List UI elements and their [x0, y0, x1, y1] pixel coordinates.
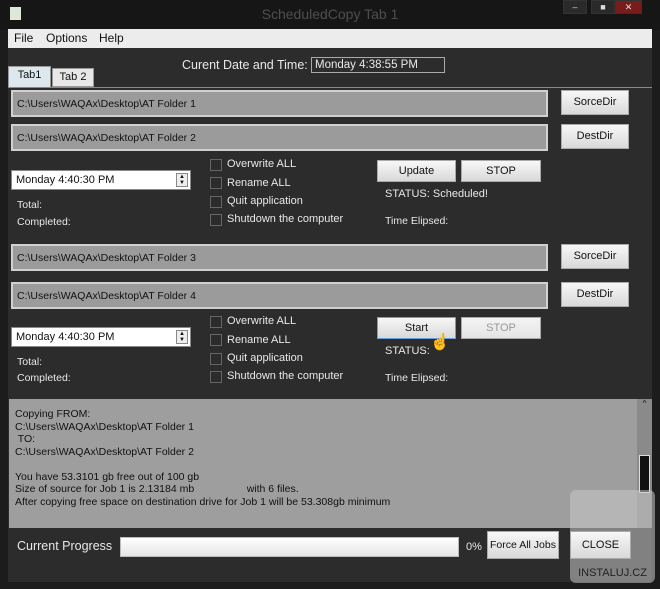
job1-time-value: Monday 4:40:30 PM — [16, 174, 115, 186]
minimize-button[interactable]: – — [563, 0, 587, 14]
job1-status: STATUS: Scheduled! — [385, 188, 488, 200]
window-title: ScheduledCopy Tab 1 — [261, 6, 399, 22]
job1-overwrite-label: Overwrite ALL — [227, 158, 297, 170]
job1-overwrite-checkbox[interactable] — [210, 159, 222, 171]
job1-shutdown-checkbox[interactable] — [210, 214, 222, 226]
job2-time-picker[interactable]: Monday 4:40:30 PM ▲ ▼ — [11, 327, 191, 347]
job1-dest-path[interactable]: C:\Users\WAQAx\Desktop\AT Folder 2 — [11, 124, 548, 151]
hand-cursor-icon: ☝ — [430, 334, 450, 351]
maximize-button[interactable]: ■ — [591, 0, 615, 14]
job2-dest-path[interactable]: C:\Users\WAQAx\Desktop\AT Folder 4 — [11, 282, 548, 309]
job1-stop-button[interactable]: STOP — [461, 160, 541, 182]
menu-help[interactable]: Help — [99, 31, 124, 45]
tab-divider — [8, 87, 652, 88]
close-button[interactable]: CLOSE — [570, 531, 631, 559]
job2-total: Total: — [17, 356, 43, 368]
job2-quit-checkbox[interactable] — [210, 353, 222, 365]
menu-file[interactable]: File — [14, 31, 33, 45]
job1-rename-checkbox[interactable] — [210, 177, 222, 189]
job2-status: STATUS: — [385, 345, 430, 357]
job2-rename-checkbox[interactable] — [210, 334, 222, 346]
job2-source-dir-button[interactable]: SorceDir — [561, 244, 629, 269]
job2-rename-label: Rename ALL — [227, 334, 291, 346]
title-bar: ScheduledCopy Tab 1 – ■ ✕ — [0, 0, 660, 30]
job2-overwrite-checkbox[interactable] — [210, 316, 222, 328]
spinner-arrows-icon[interactable]: ▲ ▼ — [176, 173, 188, 187]
job2-stop-button[interactable]: STOP — [461, 317, 541, 339]
job1-time-elapsed: Time Elipsed: — [385, 215, 449, 227]
job1-quit-label: Quit application — [227, 195, 303, 207]
job2-dest-dir-button[interactable]: DestDir — [561, 282, 629, 307]
job1-source-dir-button[interactable]: SorceDir — [561, 90, 629, 115]
job1-quit-checkbox[interactable] — [210, 196, 222, 208]
job1-shutdown-label: Shutdown the computer — [227, 213, 344, 225]
job2-quit-label: Quit application — [227, 352, 303, 364]
job1-update-button[interactable]: Update — [377, 160, 456, 182]
job2-time-value: Monday 4:40:30 PM — [16, 331, 115, 343]
close-window-button[interactable]: ✕ — [615, 0, 642, 14]
scroll-up-icon[interactable]: ^ — [637, 399, 652, 408]
job2-shutdown-checkbox[interactable] — [210, 371, 222, 383]
watermark-text: INSTALUJ.CZ — [578, 567, 647, 579]
job1-source-path[interactable]: C:\Users\WAQAx\Desktop\AT Folder 1 — [11, 90, 548, 117]
scrollbar-thumb[interactable] — [639, 455, 650, 493]
job1-completed: Completed: — [17, 216, 71, 228]
tab-2[interactable]: Tab 2 — [52, 68, 94, 87]
tab-1[interactable]: Tab1 — [8, 66, 51, 88]
progress-bar — [120, 537, 459, 557]
progress-percent: 0% — [466, 541, 482, 553]
job2-source-path[interactable]: C:\Users\WAQAx\Desktop\AT Folder 3 — [11, 244, 548, 271]
force-all-jobs-button[interactable]: Force All Jobs — [487, 531, 559, 559]
job2-overwrite-label: Overwrite ALL — [227, 315, 297, 327]
job1-time-picker[interactable]: Monday 4:40:30 PM ▲ ▼ — [11, 170, 191, 190]
menu-options[interactable]: Options — [46, 31, 87, 45]
job2-time-elapsed: Time Elipsed: — [385, 372, 449, 384]
job2-completed: Completed: — [17, 372, 71, 384]
job1-total: Total: — [17, 199, 43, 211]
spinner-arrows-icon[interactable]: ▲ ▼ — [176, 330, 188, 344]
job2-shutdown-label: Shutdown the computer — [227, 370, 344, 382]
job1-rename-label: Rename ALL — [227, 177, 291, 189]
menu-bar: File Options Help — [8, 29, 652, 48]
datetime-label: Curent Date and Time: — [182, 58, 308, 72]
progress-label: Current Progress — [17, 539, 113, 553]
log-output: Copying FROM: C:\Users\WAQAx\Desktop\AT … — [9, 399, 637, 528]
datetime-value: Monday 4:38:55 PM — [311, 57, 445, 73]
job1-dest-dir-button[interactable]: DestDir — [561, 124, 629, 149]
